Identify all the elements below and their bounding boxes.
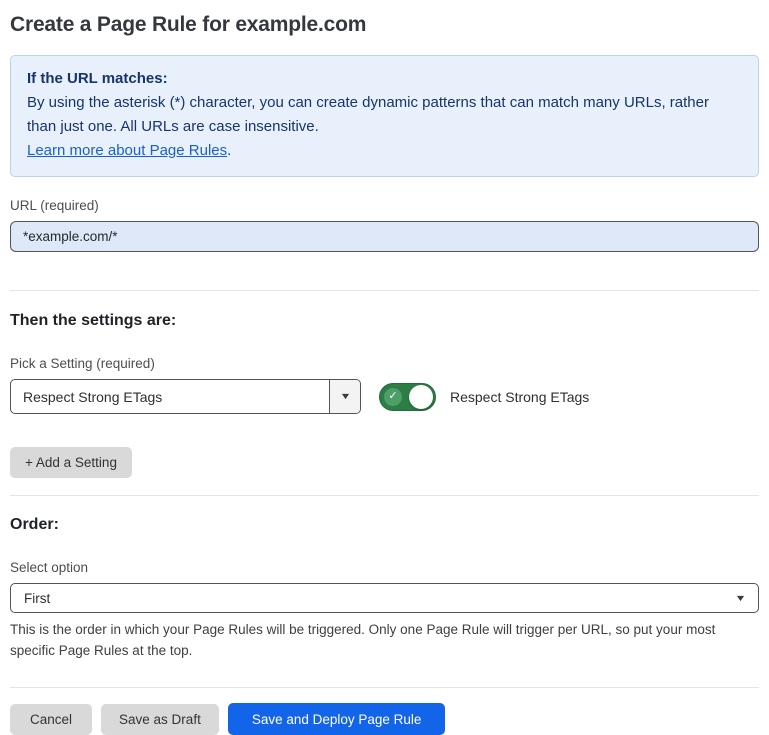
url-match-info-box: If the URL matches: By using the asteris… — [10, 55, 759, 177]
url-input[interactable] — [10, 221, 759, 252]
order-help-text: This is the order in which your Page Rul… — [10, 619, 759, 661]
toggle-label: Respect Strong ETags — [450, 389, 589, 405]
info-box-body: By using the asterisk (*) character, you… — [27, 91, 742, 139]
respect-strong-etags-toggle[interactable]: ✓ — [379, 383, 436, 411]
page-rule-form: Create a Page Rule for example.com If th… — [0, 0, 769, 735]
url-field-label: URL (required) — [10, 198, 759, 214]
save-as-draft-button[interactable]: Save as Draft — [101, 704, 219, 735]
caret-down-icon: ▼ — [339, 392, 351, 401]
info-box-heading: If the URL matches: — [27, 67, 742, 91]
setting-dropdown-caret-button[interactable]: ▼ — [329, 380, 360, 413]
cancel-button[interactable]: Cancel — [10, 704, 92, 735]
page-title: Create a Page Rule for example.com — [10, 12, 759, 38]
order-section-heading: Order: — [10, 515, 759, 535]
setting-dropdown-value: Respect Strong ETags — [11, 380, 329, 413]
divider — [10, 687, 759, 688]
setting-dropdown[interactable]: Respect Strong ETags ▼ — [10, 379, 361, 414]
link-suffix: . — [227, 142, 231, 159]
add-setting-button[interactable]: + Add a Setting — [10, 447, 132, 478]
save-and-deploy-button[interactable]: Save and Deploy Page Rule — [228, 703, 446, 735]
order-select-value: First — [24, 591, 736, 606]
info-box-link-line: Learn more about Page Rules. — [27, 139, 742, 163]
check-icon: ✓ — [384, 388, 402, 406]
settings-section-heading: Then the settings are: — [10, 311, 759, 331]
learn-more-link[interactable]: Learn more about Page Rules — [27, 142, 227, 159]
order-select[interactable]: First ▼ — [10, 583, 759, 613]
divider — [10, 290, 759, 291]
toggle-knob — [409, 385, 433, 409]
order-select-label: Select option — [10, 560, 759, 576]
footer-actions: Cancel Save as Draft Save and Deploy Pag… — [10, 703, 759, 735]
divider — [10, 495, 759, 496]
pick-setting-label: Pick a Setting (required) — [10, 356, 759, 372]
setting-row: Respect Strong ETags ▼ ✓ Respect Strong … — [10, 379, 759, 414]
caret-down-icon: ▼ — [735, 594, 747, 603]
